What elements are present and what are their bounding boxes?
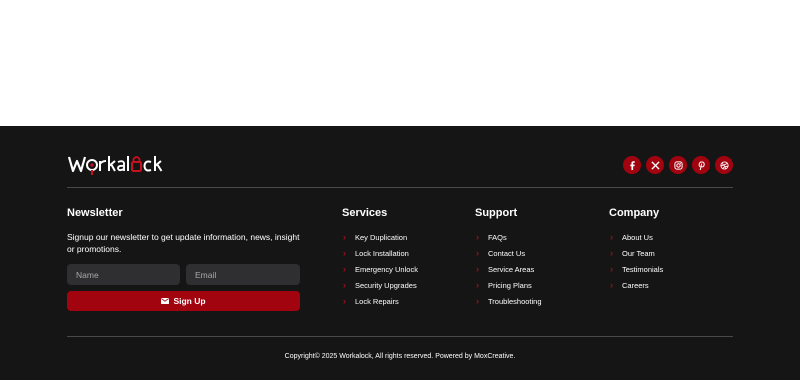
services-link-emergency-unlock[interactable]: › Emergency Unlock (340, 261, 418, 277)
newsletter-name-input[interactable] (67, 264, 180, 285)
support-title: Support (475, 207, 518, 219)
footer-divider-bottom (67, 336, 733, 337)
company-link-about-us[interactable]: › About Us (607, 229, 663, 245)
services-link-lock-installation[interactable]: › Lock Installation (340, 245, 418, 261)
chevron-right-icon: › (343, 264, 346, 274)
chevron-right-icon: › (343, 248, 346, 258)
facebook-icon (629, 160, 635, 170)
link-label: Key Duplication (355, 232, 408, 242)
services-list: › Key Duplication › Lock Installation › Eme… (340, 229, 418, 309)
company-link-our-team[interactable]: › Our Team (607, 245, 663, 261)
newsletter-email-input[interactable] (186, 264, 300, 285)
sign-up-label: Sign Up (173, 296, 206, 306)
facebook-link[interactable] (623, 156, 641, 174)
support-link-troubleshooting[interactable]: › Troubleshooting (473, 293, 542, 309)
chevron-right-icon: › (476, 296, 479, 306)
social-links (623, 156, 733, 174)
chevron-right-icon: › (343, 296, 346, 306)
logo-graphic (67, 156, 163, 175)
company-link-testimonials[interactable]: › Testimonials (607, 261, 663, 277)
newsletter-description: Signup our newsletter to get update info… (67, 232, 300, 254)
link-label: About Us (622, 232, 653, 242)
services-link-lock-repairs[interactable]: › Lock Repairs (340, 293, 418, 309)
support-list: › FAQs › Contact Us › Service Areas › Pricin… (473, 229, 542, 309)
chevron-right-icon: › (610, 248, 613, 258)
chevron-right-icon: › (476, 264, 479, 274)
support-link-service-areas[interactable]: › Service Areas (473, 261, 542, 277)
copyright-text: Copyright© 2025 Workalock, All rights re… (284, 353, 516, 360)
link-label: Service Areas (488, 264, 535, 274)
dribbble-icon (719, 160, 729, 170)
link-label: Lock Repairs (355, 296, 399, 306)
newsletter-title: Newsletter (67, 207, 123, 219)
page-blank-area (0, 0, 800, 126)
chevron-right-icon: › (610, 280, 613, 290)
link-label: Careers (622, 280, 649, 290)
company-list: › About Us › Our Team › Testimonials › Caree… (607, 229, 663, 293)
sign-up-button[interactable]: Sign Up (67, 291, 300, 311)
support-link-pricing-plans[interactable]: › Pricing Plans (473, 277, 542, 293)
pinterest-icon (698, 160, 705, 170)
chevron-right-icon: › (343, 232, 346, 242)
chevron-right-icon: › (610, 232, 613, 242)
chevron-right-icon: › (476, 280, 479, 290)
link-label: Lock Installation (355, 248, 409, 258)
chevron-right-icon: › (343, 280, 346, 290)
link-label: Contact Us (488, 248, 526, 258)
link-label: Pricing Plans (488, 280, 532, 290)
company-title: Company (609, 207, 660, 219)
workalock-logo[interactable] (67, 152, 179, 176)
link-label: Our Team (622, 248, 655, 258)
chevron-right-icon: › (476, 248, 479, 258)
link-label: Troubleshooting (488, 296, 542, 306)
link-label: FAQs (488, 232, 507, 242)
site-footer: Newsletter Signup our newsletter to get … (0, 126, 800, 380)
services-title: Services (342, 207, 388, 219)
instagram-link[interactable] (669, 156, 687, 174)
pinterest-link[interactable] (692, 156, 710, 174)
chevron-right-icon: › (610, 264, 613, 274)
link-label: Emergency Unlock (355, 264, 418, 274)
footer-divider-top (67, 187, 733, 188)
support-link-contact-us[interactable]: › Contact Us (473, 245, 542, 261)
support-link-faqs[interactable]: › FAQs (473, 229, 542, 245)
instagram-icon (673, 160, 683, 170)
services-link-security-upgrades[interactable]: › Security Upgrades (340, 277, 418, 293)
x-twitter-icon (650, 160, 660, 170)
dribbble-link[interactable] (715, 156, 733, 174)
x-twitter-link[interactable] (646, 156, 664, 174)
services-link-key-duplication[interactable]: › Key Duplication (340, 229, 418, 245)
envelope-icon (161, 298, 170, 304)
link-label: Testimonials (622, 264, 664, 274)
link-label: Security Upgrades (355, 280, 417, 290)
chevron-right-icon: › (476, 232, 479, 242)
company-link-careers[interactable]: › Careers (607, 277, 663, 293)
